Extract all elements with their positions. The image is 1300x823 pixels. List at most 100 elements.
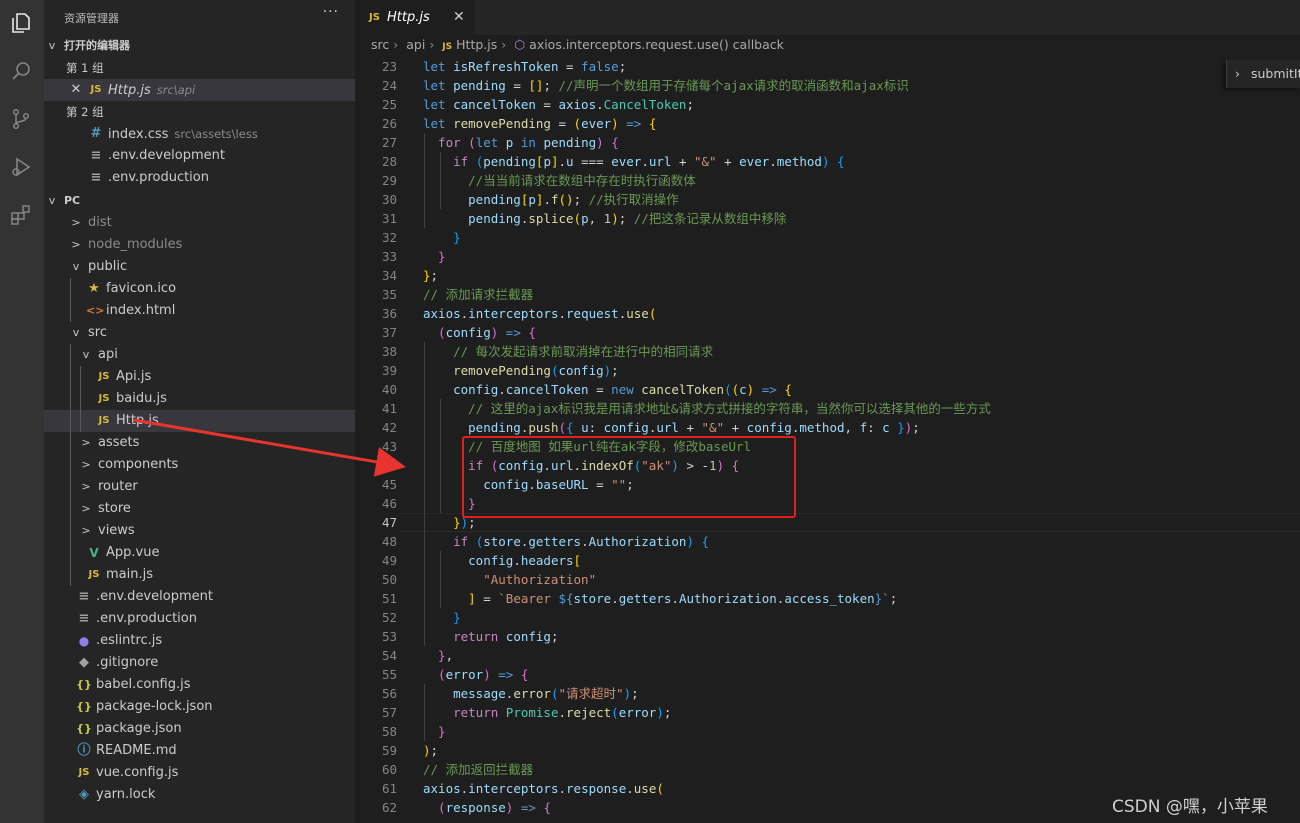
code-line[interactable]: return config;: [423, 627, 558, 646]
code-line[interactable]: };: [423, 266, 438, 285]
file-yarn-lock[interactable]: ◈ yarn.lock: [44, 784, 355, 806]
file-index-html[interactable]: <> index.html: [44, 300, 355, 322]
search-icon[interactable]: [6, 56, 36, 86]
line-number: 40: [381, 382, 397, 397]
folder-node-modules[interactable]: > node_modules: [44, 234, 355, 256]
tree-item-label: .env.production: [96, 611, 197, 626]
line-number: 39: [381, 363, 397, 378]
file-app-vue[interactable]: V App.vue: [44, 542, 355, 564]
folder-api[interactable]: v api: [44, 344, 355, 366]
file-favicon-ico[interactable]: ★ favicon.ico: [44, 278, 355, 300]
folder-src[interactable]: v src: [44, 322, 355, 344]
extensions-icon[interactable]: [6, 200, 36, 230]
open-editor-index-css[interactable]: # index.css src\assets\less: [44, 123, 355, 145]
file-package-json[interactable]: {} package.json: [44, 718, 355, 740]
code-token: }: [423, 230, 461, 245]
code-line[interactable]: axios.interceptors.response.use(: [423, 779, 664, 798]
file--eslintrc-js[interactable]: ● .eslintrc.js: [44, 630, 355, 652]
file-main-js[interactable]: JS main.js: [44, 564, 355, 586]
code-line[interactable]: // 每次发起请求前取消掉在进行中的相同请求: [423, 342, 713, 361]
breadcrumb-src[interactable]: src: [371, 37, 389, 52]
tab-http-js[interactable]: JS Http.js ✕: [355, 0, 475, 35]
breadcrumb-symbol[interactable]: axios.interceptors.request.use() callbac…: [529, 37, 784, 52]
code-token: ): [686, 534, 694, 549]
folder-public[interactable]: v public: [44, 256, 355, 278]
code-line[interactable]: let isRefreshToken = false;: [423, 57, 626, 76]
code-line[interactable]: }: [423, 228, 461, 247]
code-token: "Authorization": [423, 572, 597, 587]
code-line[interactable]: // 这里的ajax标识我是用请求地址&请求方式拼接的字符串，当然你可以选择其他…: [423, 399, 991, 418]
file-package-lock-json[interactable]: {} package-lock.json: [44, 696, 355, 718]
code-line[interactable]: if (pending[p].u === ever.url + "&" + ev…: [423, 152, 844, 171]
code-line[interactable]: }: [423, 247, 446, 266]
code-token: ${: [558, 591, 574, 606]
code-token: ]: [423, 591, 476, 606]
code-line[interactable]: // 添加返回拦截器: [423, 760, 533, 779]
code-token: let: [423, 97, 454, 112]
close-icon[interactable]: ✕: [68, 79, 84, 101]
breadcrumb-api[interactable]: api: [406, 37, 425, 52]
open-editor-env-production[interactable]: ≡ .env.production: [44, 167, 355, 189]
folder-assets[interactable]: > assets: [44, 432, 355, 454]
close-icon[interactable]: ✕: [453, 9, 465, 25]
code-line[interactable]: }: [423, 608, 461, 627]
folder-store[interactable]: > store: [44, 498, 355, 520]
code-token: `Bearer: [498, 591, 559, 606]
file-babel-config-js[interactable]: {} babel.config.js: [44, 674, 355, 696]
code-line[interactable]: message.error("请求超时");: [423, 684, 639, 703]
line-number: 47: [381, 515, 397, 530]
code-line[interactable]: pending.splice(p, 1); //把这条记录从数组中移除: [423, 209, 786, 228]
folder-views[interactable]: > views: [44, 520, 355, 542]
code-token: []: [528, 78, 544, 93]
code-line[interactable]: let pending = []; //声明一个数组用于存储每个ajax请求的取…: [423, 76, 909, 95]
watermark: CSDN @嘿，小苹果: [1112, 797, 1268, 817]
file-http-js[interactable]: JS Http.js: [44, 410, 355, 432]
run-debug-icon[interactable]: [6, 152, 36, 182]
sticky-scroll-widget[interactable]: › submitIt: [1226, 60, 1300, 88]
source-control-icon[interactable]: [6, 104, 36, 134]
code-line[interactable]: },: [423, 646, 453, 665]
file-baidu-js[interactable]: JS baidu.js: [44, 388, 355, 410]
code-line[interactable]: );: [423, 741, 438, 760]
file-vue-config-js[interactable]: JS vue.config.js: [44, 762, 355, 784]
code-line[interactable]: let removePending = (ever) => {: [423, 114, 656, 133]
code-line[interactable]: (response) => {: [423, 798, 551, 817]
code-line[interactable]: for (let p in pending) {: [423, 133, 619, 152]
file--env-development[interactable]: ≡ .env.development: [44, 586, 355, 608]
open-editor-env-development[interactable]: ≡ .env.development: [44, 145, 355, 167]
code-line[interactable]: axios.interceptors.request.use(: [423, 304, 656, 323]
code-line[interactable]: if (store.getters.Authorization) {: [423, 532, 709, 551]
code-line[interactable]: removePending(config);: [423, 361, 619, 380]
code-line[interactable]: pending[p].f(); //执行取消操作: [423, 190, 679, 209]
file-readme-md[interactable]: ⓘ README.md: [44, 740, 355, 762]
code-line[interactable]: config.headers[: [423, 551, 581, 570]
code-token: .: [498, 382, 506, 397]
code-token: (: [611, 705, 619, 720]
code-line[interactable]: //当当前请求在数组中存在时执行函数体: [423, 171, 696, 190]
code-line[interactable]: }: [423, 722, 446, 741]
code-line[interactable]: config.cancelToken = new cancelToken((c)…: [423, 380, 792, 399]
file-api-js[interactable]: JS Api.js: [44, 366, 355, 388]
file--env-production[interactable]: ≡ .env.production: [44, 608, 355, 630]
code-line[interactable]: let cancelToken = axios.CancelToken;: [423, 95, 694, 114]
breadcrumb-file[interactable]: Http.js: [456, 37, 497, 52]
project-section[interactable]: v PC: [44, 190, 355, 212]
code-line[interactable]: (config) => {: [423, 323, 536, 342]
code-line[interactable]: pending.push({ u: config.url + "&" + con…: [423, 418, 920, 437]
open-editor-http-js[interactable]: ✕ JS Http.js src\api: [44, 79, 355, 101]
folder-components[interactable]: > components: [44, 454, 355, 476]
code-line[interactable]: "Authorization": [423, 570, 596, 589]
code-token: .: [596, 97, 604, 112]
file--gitignore[interactable]: ◆ .gitignore: [44, 652, 355, 674]
code-line[interactable]: return Promise.reject(error);: [423, 703, 671, 722]
folder-dist[interactable]: > dist: [44, 212, 355, 234]
code-line[interactable]: // 添加请求拦截器: [423, 285, 533, 304]
files-icon[interactable]: [6, 8, 36, 38]
code-token: removePending: [453, 116, 551, 131]
more-actions-icon[interactable]: ···: [323, 4, 339, 20]
code-line[interactable]: ] = `Bearer ${store.getters.Authorizatio…: [423, 589, 897, 608]
code-line[interactable]: (error) => {: [423, 665, 528, 684]
open-editors-section[interactable]: v 打开的编辑器: [44, 35, 355, 57]
folder-router[interactable]: > router: [44, 476, 355, 498]
